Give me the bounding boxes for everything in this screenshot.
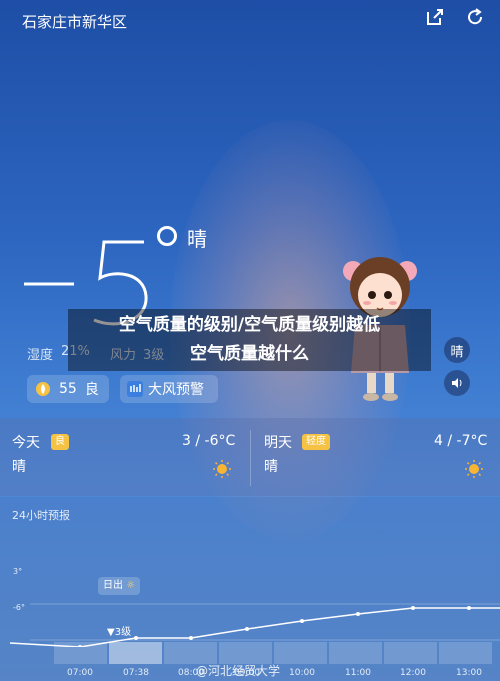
time-label: 12:00 — [400, 668, 426, 678]
city-name[interactable]: 石家庄市新华区 — [22, 11, 127, 32]
time-label: 07:38 — [123, 668, 149, 678]
hourly-bars — [54, 642, 500, 664]
hour-bar — [439, 642, 492, 664]
clear-weather-button[interactable]: 晴 — [444, 337, 470, 363]
hour-bar — [164, 642, 217, 664]
refresh-icon[interactable] — [464, 6, 486, 28]
hour-bar — [54, 642, 107, 664]
tomorrow-aqi-tag: 轻度 — [302, 434, 330, 450]
weather-app: 石家庄市新华区 晴 湿度 21% 风力 3级 空气质量的级别/空气质量级别越低 … — [0, 0, 500, 681]
time-label: 13:00 — [456, 668, 482, 678]
hour-bar — [274, 642, 327, 664]
hourly-wind: ▼3级 — [107, 623, 131, 638]
daily-forecast: 今天 良 3 / -6°C 晴 明天 轻度 4 / -7°C 晴 — [0, 418, 500, 496]
temp-point — [356, 612, 360, 616]
hourly-forecast: 24小时预报 3° -6° 日出 ☼ ▼3级 07:00 07:38 08:00… — [0, 497, 500, 681]
humidity-label: 湿度 — [27, 348, 54, 363]
temp-point — [300, 619, 304, 623]
temperature-curve — [9, 603, 500, 647]
temp-point — [245, 627, 249, 631]
hour-bar-selected[interactable] — [109, 642, 162, 664]
temp-point — [411, 606, 415, 610]
banner-title: 空气质量的级别/空气质量级别越低 空气质量越什么 — [68, 311, 431, 369]
hour-bar — [384, 642, 437, 664]
forecast-divider — [250, 430, 251, 486]
hour-bar — [219, 642, 272, 664]
today-condition: 晴 — [12, 459, 26, 475]
watermark: @河北经贸大学 — [196, 664, 281, 678]
wind-icon: ▼ — [107, 627, 115, 638]
time-label: 10:00 — [289, 668, 315, 678]
degree-symbol — [157, 226, 177, 246]
share-icon[interactable] — [424, 6, 446, 28]
sunrise-marker: 日出 ☼ — [98, 577, 141, 595]
sun-icon — [213, 460, 231, 478]
aqi-level: 良 — [84, 382, 99, 398]
today-range: 3 / -6°C — [182, 433, 236, 449]
aqi-value: 55 — [59, 381, 77, 397]
hourly-wind-value: 3级 — [114, 627, 132, 638]
time-label: 07:00 — [67, 668, 93, 678]
alert-icon — [127, 381, 143, 397]
aqi-pill[interactable]: 55 良 — [27, 375, 109, 403]
time-label: 11:00 — [345, 668, 371, 678]
hour-bar — [329, 642, 382, 664]
speaker-icon — [452, 378, 462, 388]
today-label: 今天 — [12, 435, 40, 451]
temp-point — [134, 636, 138, 640]
top-bar: 石家庄市新华区 — [0, 0, 500, 44]
tomorrow-condition: 晴 — [264, 459, 278, 475]
banner-line-2: 空气质量越什么 — [190, 344, 309, 364]
temp-point — [467, 606, 471, 610]
alert-pill[interactable]: 大风预警 — [120, 375, 218, 403]
sunrise-label: 日出 — [103, 580, 123, 591]
today-aqi-tag: 良 — [51, 434, 69, 450]
voice-broadcast-button[interactable] — [444, 370, 470, 396]
alert-label: 大风预警 — [148, 382, 204, 398]
temp-point — [189, 636, 193, 640]
sunrise-icon: ☼ — [126, 580, 136, 591]
sun-icon — [465, 460, 483, 478]
tomorrow-range: 4 / -7°C — [434, 433, 488, 449]
current-condition: 晴 — [187, 227, 207, 251]
leaf-icon — [36, 382, 50, 396]
tomorrow-label: 明天 — [264, 435, 292, 451]
banner-line-1: 空气质量的级别/空气质量级别越低 — [118, 315, 381, 335]
